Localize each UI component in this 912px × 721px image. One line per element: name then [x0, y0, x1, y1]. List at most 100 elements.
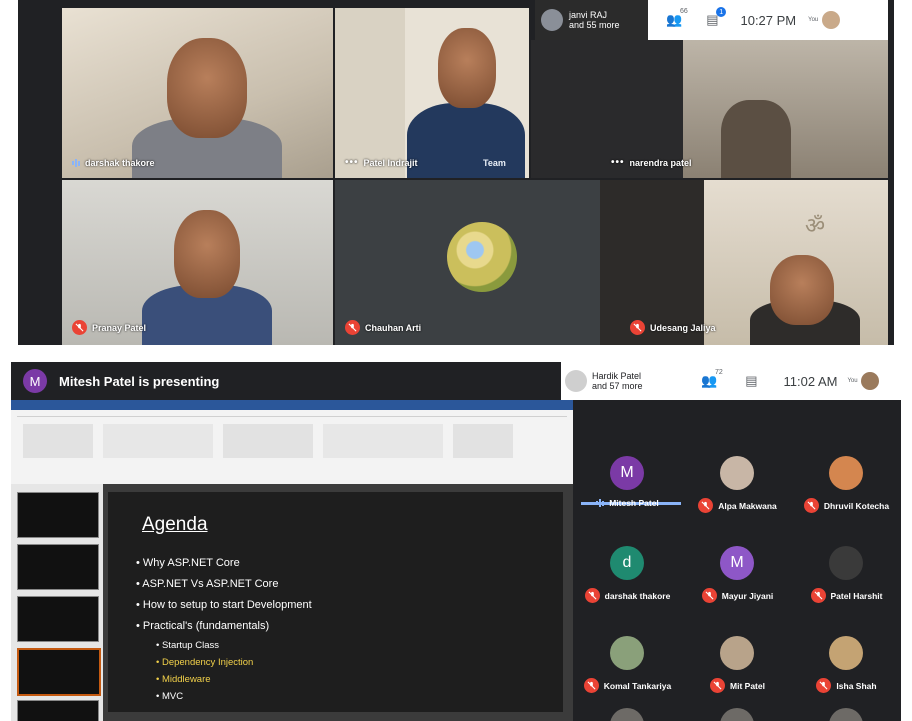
om-symbol-icon: ॐ	[805, 213, 826, 238]
participant-tile[interactable]: Patel Harshit	[792, 538, 901, 618]
slide-thumbnail[interactable]	[17, 492, 99, 538]
participant-label: darshak thakore	[573, 588, 682, 603]
tile-name-tag: Chauhan Arti	[345, 320, 421, 335]
meet-call-screenshot-bottom: M Mitesh Patel is presenting Hardik Pate…	[11, 362, 901, 721]
video-tile-darshak[interactable]: darshak thakore	[62, 8, 333, 178]
self-avatar[interactable]	[822, 11, 841, 29]
participant-avatar: d	[610, 546, 644, 580]
slide-bullet: • How to setup to start Development	[136, 599, 312, 611]
video-tile-narendra[interactable]: ••• narendra patel	[531, 40, 888, 178]
slide-sub-bullet: • Startup Class	[156, 640, 219, 651]
participant-name: Komal Tankariya	[603, 680, 672, 691]
participants-summary-text: janvi RAJ and 55 more	[569, 10, 620, 30]
participant-grid: M Mitesh Patel Alpa Makwana Dhruvil Kotecha…	[573, 400, 901, 721]
participant-name: Mayur Jiyani	[721, 590, 774, 601]
person-face	[770, 255, 834, 325]
participant-name: Mit Patel	[730, 680, 765, 691]
slide-thumbnails	[11, 484, 103, 721]
participant-tile[interactable]: M Mitesh Patel	[573, 448, 682, 528]
participants-more: and 55 more	[569, 20, 620, 30]
participant-avatar: M	[720, 546, 754, 580]
participant-avatar-partial[interactable]	[829, 708, 863, 721]
participant-name: janvi RAJ	[569, 10, 608, 20]
participant-tile[interactable]: M Mayur Jiyani	[683, 538, 792, 618]
slide-thumbnail[interactable]	[17, 596, 99, 642]
clock: 10:27 PM	[740, 12, 797, 28]
participant-label: Dhruvil Kotecha	[792, 498, 901, 513]
participant-avatar	[541, 9, 563, 31]
chat-icon[interactable]: ▤ 1	[706, 7, 727, 28]
participant-avatar-partial[interactable]	[720, 708, 754, 721]
ribbon-group	[223, 424, 313, 458]
video-tile-udesang[interactable]: ॐ Udesang Jaliya	[600, 180, 888, 345]
slide-bullet: • ASP.NET Vs ASP.NET Core	[136, 578, 279, 590]
tile-name-tag: Udesang Jaliya	[630, 320, 716, 335]
participant-name: Hardik Patel	[592, 371, 642, 381]
ribbon-group	[103, 424, 213, 458]
ppt-ribbon	[11, 400, 573, 484]
video-tile-indrajit[interactable]: Team ••• Patel Indrajit	[335, 8, 529, 178]
participant-avatar-partial[interactable]	[610, 708, 644, 721]
participant-name: Chauhan Arti	[365, 322, 422, 333]
mic-off-icon	[816, 678, 832, 693]
slide-bullet: • Practical's (fundamentals)	[136, 620, 270, 632]
presenting-title: Mitesh Patel is presenting	[59, 373, 220, 389]
mic-off-icon	[584, 588, 600, 603]
participants-more: and 57 more	[592, 381, 643, 391]
slide-bullet: • Why ASP.NET Core	[136, 557, 240, 569]
mic-off-icon	[583, 678, 599, 693]
call-toolbar: 👥 66 ▤ 1 10:27 PM You	[648, 0, 888, 40]
person-face	[167, 38, 247, 138]
participant-name: darshak thakore	[604, 590, 671, 601]
mic-off-icon	[701, 588, 717, 603]
participants-summary[interactable]: janvi RAJ and 55 more	[535, 0, 648, 40]
ppt-title-bar	[11, 400, 573, 410]
participant-label: Alpa Makwana	[683, 498, 792, 513]
avatar-flower-image	[447, 222, 517, 292]
tile-name-tag: ••• narendra patel	[611, 157, 692, 168]
more-options-icon[interactable]: •••	[611, 157, 625, 168]
presenting-header: M Mitesh Patel is presenting	[11, 362, 581, 400]
call-toolbar: 👥 72 ▤ 11:02 AM You	[679, 362, 901, 400]
participant-label: Komal Tankariya	[573, 678, 682, 693]
participant-tile[interactable]: Isha Shah	[792, 628, 901, 708]
slide-thumbnail-selected[interactable]	[17, 648, 101, 696]
audio-level-icon	[596, 499, 605, 507]
mic-off-icon	[698, 498, 714, 513]
participant-tile[interactable]: Alpa Makwana	[683, 448, 792, 528]
slide-thumbnail[interactable]	[17, 544, 99, 590]
people-icon[interactable]: 👥 66	[666, 8, 688, 28]
participant-avatar	[829, 546, 863, 580]
mic-off-icon	[803, 498, 819, 513]
tile-name-tag: darshak thakore	[72, 158, 155, 168]
participant-name: darshak thakore	[85, 158, 155, 168]
participant-label: Mayur Jiyani	[683, 588, 792, 603]
you-label: You	[847, 378, 858, 384]
participant-tile[interactable]: Komal Tankariya	[573, 628, 682, 708]
clock: 11:02 AM	[783, 373, 838, 389]
mic-off-icon	[710, 678, 726, 693]
mic-off-icon	[345, 320, 360, 335]
participant-avatar: M	[610, 456, 644, 490]
slide-canvas: Agenda • Why ASP.NET Core • ASP.NET Vs A…	[108, 492, 563, 712]
chat-icon[interactable]: ▤	[745, 373, 757, 389]
participant-tile[interactable]: Mit Patel	[683, 628, 792, 708]
participant-label: Mitesh Patel	[573, 498, 682, 508]
people-count: 66	[680, 8, 688, 15]
participant-avatar	[829, 456, 863, 490]
participant-name: narendra patel	[629, 157, 692, 168]
more-options-icon[interactable]: •••	[345, 157, 359, 168]
people-icon[interactable]: 👥 72	[701, 369, 723, 389]
participant-avatar	[829, 636, 863, 670]
participant-tile[interactable]: d darshak thakore	[573, 538, 682, 618]
slide-sub-bullet-highlight: • Dependency Injection	[156, 657, 254, 668]
participants-summary[interactable]: Hardik Patel and 57 more	[561, 362, 680, 400]
slide-thumbnail[interactable]	[17, 700, 99, 721]
participant-avatar	[720, 636, 754, 670]
participant-name: Patel Harshit	[830, 590, 883, 601]
you-label: You	[808, 17, 819, 23]
self-avatar[interactable]	[860, 372, 879, 390]
participant-tile[interactable]: Dhruvil Kotecha	[792, 448, 901, 528]
video-tile-pranay[interactable]: Pranay Patel	[62, 180, 333, 345]
participant-name: Pranay Patel	[92, 322, 147, 333]
